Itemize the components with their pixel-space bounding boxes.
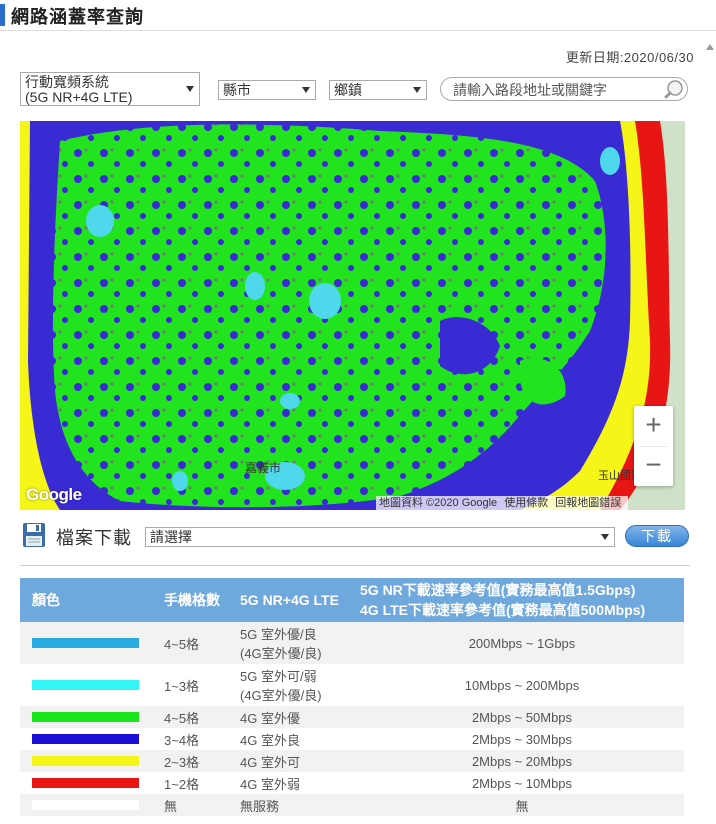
download-select[interactable]: 請選擇 [145, 527, 615, 547]
header-speed-line1: 5G NR下載速率參考值(實務最高值1.5Gbps) [360, 582, 636, 598]
title-accent [0, 4, 5, 26]
legend-swatch-cell [20, 794, 164, 816]
legend-system-line1: 5G 室外優/良 [240, 627, 317, 642]
page-title: 網路涵蓋率查詢 [11, 7, 144, 27]
legend-system: 5G 室外優/良 (4G室外優/良) [240, 622, 360, 664]
legend-row: 1~2格 4G 室外弱 2Mbps ~ 10Mbps [20, 772, 684, 794]
update-date: 更新日期:2020/06/30 [565, 50, 694, 65]
color-swatch [32, 756, 139, 766]
search-icon[interactable] [664, 79, 684, 99]
legend-system-line1: 5G 室外可/弱 [240, 669, 317, 684]
header-speed-line2: 4G LTE下載速率參考值(實務最高值500Mbps) [360, 602, 646, 618]
report-error-link[interactable]: 回報地圖錯誤 [555, 497, 621, 509]
map-place-label: 嘉義市 [245, 460, 281, 475]
color-swatch [32, 800, 139, 810]
color-swatch [32, 712, 139, 722]
coverage-map-graphic: 嘉義市 玉山國家公園 [20, 121, 685, 510]
search-input[interactable] [451, 80, 655, 100]
legend-speed: 2Mbps ~ 50Mbps [360, 706, 684, 728]
header-system: 5G NR+4G LTE [240, 578, 360, 622]
download-select-value: 請選擇 [150, 529, 192, 545]
header-speed: 5G NR下載速率參考值(實務最高值1.5Gbps) 4G LTE下載速率參考值… [360, 578, 684, 622]
legend-bars: 無 [164, 794, 240, 816]
legend-system: 4G 室外優 [240, 706, 360, 728]
legend-speed: 2Mbps ~ 10Mbps [471, 775, 573, 791]
google-logo: Google [26, 485, 82, 504]
scrollbar[interactable] [706, 40, 716, 80]
system-select-line2: (5G NR+4G LTE) [25, 89, 133, 105]
coverage-map[interactable]: 嘉義市 玉山國家公園 [20, 121, 685, 510]
zoom-in-button[interactable]: + [634, 406, 673, 446]
legend-bars: 1~3格 [164, 678, 200, 694]
chevron-down-icon [186, 86, 194, 92]
scroll-up-icon[interactable] [706, 44, 714, 50]
legend-speed: 10Mbps ~ 200Mbps [464, 677, 580, 693]
search-box [440, 77, 688, 101]
map-data-credit: 地圖資料 ©2020 Google [379, 497, 498, 509]
zoom-control: + − [634, 406, 673, 486]
legend-bars: 4~5格 [164, 706, 240, 728]
floppy-disk-icon [23, 523, 45, 547]
legend-row: 4~5格 4G 室外優 2Mbps ~ 50Mbps [20, 706, 684, 728]
color-swatch [32, 638, 139, 648]
color-swatch [32, 734, 139, 744]
legend-system-line2: (4G室外優/良) [240, 688, 322, 703]
download-button[interactable]: 下載 [625, 525, 689, 547]
legend-system: 4G 室外良 [240, 732, 300, 748]
legend-header-row: 顏色 手機格數 5G NR+4G LTE 5G NR下載速率參考值(實務最高值1… [20, 578, 684, 622]
header-color: 顏色 [20, 578, 164, 622]
download-label: 檔案下載 [56, 528, 132, 548]
legend-system-line2: (4G室外優/良) [240, 646, 322, 661]
system-select[interactable]: 行動寬頻系統 (5G NR+4G LTE) [20, 72, 200, 106]
system-select-line1: 行動寬頻系統 [25, 74, 109, 90]
color-swatch [32, 680, 139, 690]
legend-speed: 200Mbps ~ 1Gbps [360, 622, 684, 664]
legend-speed: 2Mbps ~ 20Mbps [360, 750, 684, 772]
color-swatch [32, 778, 139, 788]
legend-table: 顏色 手機格數 5G NR+4G LTE 5G NR下載速率參考值(實務最高值1… [20, 578, 684, 816]
legend-system: 無服務 [240, 794, 360, 816]
legend-row: 4~5格 5G 室外優/良 (4G室外優/良) 200Mbps ~ 1Gbps [20, 622, 684, 664]
county-select[interactable]: 縣市 [218, 80, 316, 100]
legend-bars: 3~4格 [164, 732, 200, 748]
legend-bars: 4~5格 [164, 622, 240, 664]
town-select-value: 鄉鎮 [334, 82, 362, 98]
legend-swatch-cell [20, 664, 164, 706]
legend-row: 無 無服務 無 [20, 794, 684, 816]
legend-swatch-cell [20, 728, 164, 750]
map-attribution: 地圖資料 ©2020 Google 使用條款 回報地圖錯誤 [376, 496, 629, 510]
legend-speed: 無 [360, 794, 684, 816]
terms-link[interactable]: 使用條款 [504, 497, 548, 509]
legend-swatch-cell [20, 622, 164, 664]
chevron-down-icon [413, 87, 421, 93]
legend-bars: 2~3格 [164, 750, 240, 772]
legend-system: 4G 室外弱 [240, 776, 300, 792]
legend-speed: 2Mbps ~ 30Mbps [471, 731, 573, 747]
zoom-out-button[interactable]: − [634, 446, 673, 486]
county-select-value: 縣市 [223, 82, 251, 98]
section-divider [20, 565, 690, 566]
header-bars: 手機格數 [164, 578, 240, 622]
chevron-down-icon [601, 534, 609, 540]
legend-system: 5G 室外可/弱 (4G室外優/良) [240, 664, 360, 706]
legend-swatch-cell [20, 772, 164, 794]
legend-bars: 1~2格 [164, 776, 200, 792]
legend-swatch-cell [20, 750, 164, 772]
town-select[interactable]: 鄉鎮 [329, 80, 427, 100]
chevron-down-icon [302, 87, 310, 93]
title-divider [0, 30, 716, 31]
legend-row: 1~3格 5G 室外可/弱 (4G室外優/良) 10Mbps ~ 200Mbps [20, 664, 684, 706]
legend-swatch-cell [20, 706, 164, 728]
legend-system: 4G 室外可 [240, 750, 360, 772]
title-bar: 網路涵蓋率查詢 [0, 0, 716, 31]
legend-row: 3~4格 4G 室外良 2Mbps ~ 30Mbps [20, 728, 684, 750]
legend-row: 2~3格 4G 室外可 2Mbps ~ 20Mbps [20, 750, 684, 772]
